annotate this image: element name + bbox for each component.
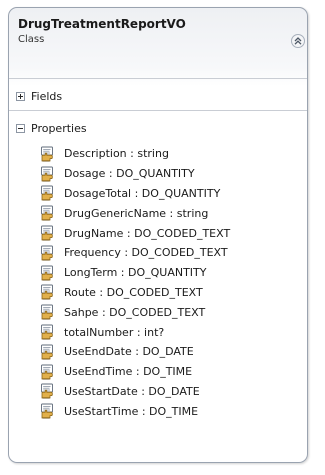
property-label: Sahpe : DO_CODED_TEXT xyxy=(64,305,206,319)
property-row[interactable]: Route : DO_CODED_TEXT xyxy=(40,283,300,303)
property-row[interactable]: DrugName : DO_CODED_TEXT xyxy=(40,223,300,243)
property-hand-icon xyxy=(40,245,56,261)
property-hand-icon xyxy=(40,166,56,182)
property-label: Frequency : DO_CODED_TEXT xyxy=(64,246,228,260)
property-label: Dosage : DO_QUANTITY xyxy=(64,167,195,181)
property-hand-icon xyxy=(40,265,56,281)
property-label: LongTerm : DO_QUANTITY xyxy=(64,266,207,280)
property-label: UseEndTime : DO_TIME xyxy=(64,365,193,379)
class-stereotype: Class xyxy=(18,34,45,45)
property-hand-icon xyxy=(40,383,56,399)
property-label: DrugName : DO_CODED_TEXT xyxy=(64,226,231,240)
minus-expander-icon[interactable] xyxy=(16,123,25,133)
property-hand-icon xyxy=(40,344,56,360)
property-row[interactable]: DosageTotal : DO_QUANTITY xyxy=(40,184,300,204)
property-row[interactable]: DrugGenericName : string xyxy=(40,203,300,223)
properties-list: Description : string Dosage : DO_QUANTIT… xyxy=(40,144,300,421)
property-hand-icon xyxy=(40,146,56,162)
property-label: DosageTotal : DO_QUANTITY xyxy=(64,186,221,200)
property-row[interactable]: Sahpe : DO_CODED_TEXT xyxy=(40,302,300,322)
header-divider xyxy=(9,78,307,79)
property-label: totalNumber : int? xyxy=(64,325,165,339)
property-row[interactable]: UseStartDate : DO_DATE xyxy=(40,382,300,402)
property-row[interactable]: totalNumber : int? xyxy=(40,322,300,342)
property-hand-icon xyxy=(40,185,56,201)
property-row[interactable]: Dosage : DO_QUANTITY xyxy=(40,164,300,184)
property-label: UseStartDate : DO_DATE xyxy=(64,384,200,398)
property-hand-icon xyxy=(40,403,56,419)
properties-section-label: Properties xyxy=(31,121,87,135)
collapse-class-button[interactable] xyxy=(291,34,305,48)
property-row[interactable]: UseEndDate : DO_DATE xyxy=(40,342,300,362)
property-label: Route : DO_CODED_TEXT xyxy=(64,285,203,299)
property-row[interactable]: Description : string xyxy=(40,144,300,164)
fields-section-toggle[interactable]: Fields xyxy=(16,88,62,104)
class-header: DrugTreatmentReportVO Class xyxy=(18,17,305,61)
property-row[interactable]: LongTerm : DO_QUANTITY xyxy=(40,263,300,283)
property-hand-icon xyxy=(40,304,56,320)
double-chevron-up-icon xyxy=(294,37,302,45)
property-label: UseEndDate : DO_DATE xyxy=(64,345,194,359)
class-name: DrugTreatmentReportVO xyxy=(18,17,186,31)
fields-section-label: Fields xyxy=(31,89,63,103)
property-hand-icon xyxy=(40,324,56,340)
property-label: Description : string xyxy=(64,147,169,161)
plus-expander-icon[interactable] xyxy=(16,91,25,101)
property-hand-icon xyxy=(40,284,56,300)
property-label: UseStartTime : DO_TIME xyxy=(64,404,199,418)
property-row[interactable]: UseStartTime : DO_TIME xyxy=(40,401,300,421)
property-row[interactable]: Frequency : DO_CODED_TEXT xyxy=(40,243,300,263)
property-hand-icon xyxy=(40,225,56,241)
fields-divider xyxy=(9,110,307,111)
property-row[interactable]: UseEndTime : DO_TIME xyxy=(40,362,300,382)
properties-section-toggle[interactable]: Properties xyxy=(16,120,87,136)
property-label: DrugGenericName : string xyxy=(64,206,209,220)
property-hand-icon xyxy=(40,364,56,380)
property-hand-icon xyxy=(40,205,56,221)
